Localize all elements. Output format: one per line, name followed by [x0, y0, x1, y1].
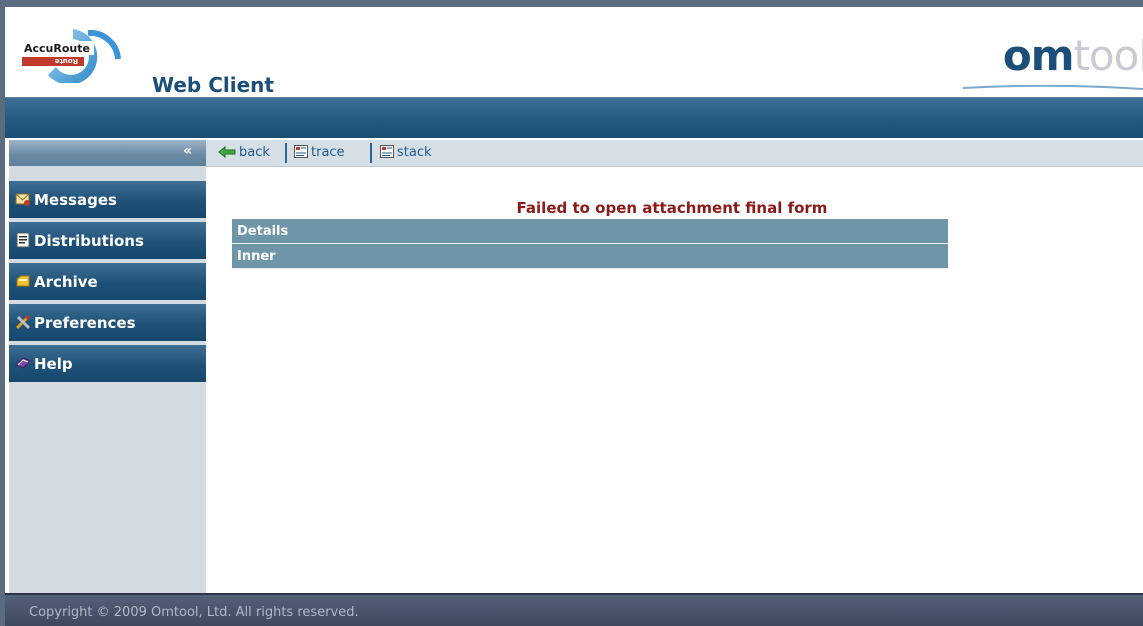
toolbar-divider	[370, 143, 372, 163]
sidebar: « Messages Distributions Archive Prefere…	[9, 140, 206, 593]
brand-part2: tool	[1073, 31, 1143, 80]
sidebar-item-preferences[interactable]: Preferences	[9, 304, 206, 343]
copyright-text: Copyright © 2009 Omtool, Ltd. All rights…	[29, 605, 359, 620]
sidebar-item-label: Messages	[34, 191, 117, 209]
back-arrow-icon	[218, 146, 236, 158]
accuroute-logo: AccuRoute Route	[22, 29, 121, 83]
archive-icon	[16, 275, 30, 287]
messages-icon	[15, 193, 30, 206]
brand-part1: om	[1002, 31, 1075, 80]
trace-label: trace	[311, 145, 345, 160]
app-window: AccuRoute Route Web Client omtool « Mess…	[5, 7, 1143, 626]
details-row[interactable]: Details	[232, 219, 948, 244]
sidebar-item-archive[interactable]: Archive	[9, 263, 206, 302]
svg-text:Route: Route	[54, 57, 78, 65]
brand-swoosh	[963, 85, 1143, 90]
svg-text:AccuRoute: AccuRoute	[24, 42, 90, 55]
collapse-icon[interactable]: «	[183, 143, 192, 159]
back-button[interactable]: back	[218, 145, 270, 160]
details-label: Details	[237, 224, 289, 239]
error-title: Failed to open attachment final form	[516, 199, 828, 217]
preferences-icon	[15, 315, 31, 330]
inner-label: Inner	[237, 249, 276, 264]
sidebar-item-messages[interactable]: Messages	[9, 181, 206, 220]
sidebar-item-label: Help	[34, 355, 73, 373]
main-content: Failed to open attachment final form Det…	[206, 167, 1143, 593]
distributions-icon	[16, 232, 30, 248]
sidebar-item-help[interactable]: Help	[9, 345, 206, 384]
sidebar-collapse-bar: «	[9, 140, 206, 166]
footer: Copyright © 2009 Omtool, Ltd. All rights…	[5, 593, 1143, 626]
sidebar-item-distributions[interactable]: Distributions	[9, 222, 206, 261]
app-title: Web Client	[152, 73, 274, 97]
header-band	[5, 97, 1143, 138]
toolbar: back trace stack	[206, 140, 1143, 167]
inner-row[interactable]: Inner	[232, 244, 948, 269]
header: AccuRoute Route Web Client omtool	[5, 7, 1143, 97]
stack-button[interactable]: stack	[380, 145, 432, 160]
back-label: back	[239, 145, 270, 160]
toolbar-divider	[285, 143, 287, 163]
sidebar-item-label: Archive	[34, 273, 98, 291]
trace-button[interactable]: trace	[294, 145, 345, 160]
stack-label: stack	[397, 145, 432, 160]
omtool-logo: omtool	[1003, 35, 1143, 77]
trace-icon	[294, 145, 308, 158]
stack-icon	[380, 145, 394, 158]
sidebar-item-label: Distributions	[34, 232, 144, 250]
help-icon	[15, 357, 31, 369]
sidebar-item-label: Preferences	[34, 314, 136, 332]
